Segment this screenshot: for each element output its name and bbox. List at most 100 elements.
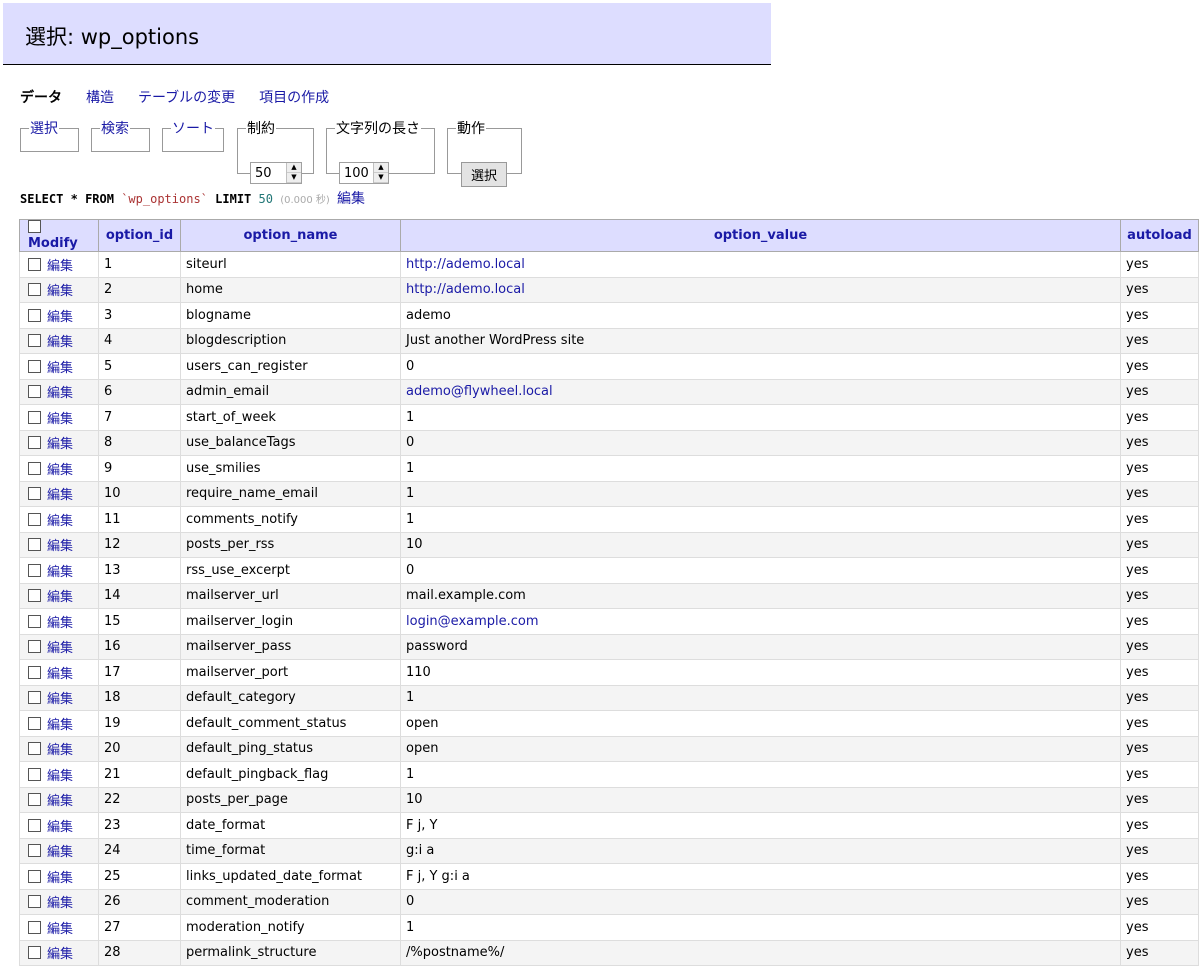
row-checkbox[interactable] [28, 716, 41, 730]
row-checkbox[interactable] [28, 793, 41, 807]
tab-alter-table[interactable]: テーブルの変更 [138, 87, 235, 107]
row-checkbox[interactable] [28, 869, 41, 883]
row-edit-link[interactable]: 編集 [47, 284, 73, 299]
stepper-up-icon[interactable]: ▲ [287, 163, 301, 173]
row-edit-link[interactable]: 編集 [47, 463, 73, 478]
row-edit-link[interactable]: 編集 [47, 310, 73, 325]
row-edit-link[interactable]: 編集 [47, 743, 73, 758]
row-edit-link[interactable]: 編集 [47, 922, 73, 937]
row-checkbox[interactable] [28, 359, 41, 373]
row-edit-link[interactable]: 編集 [47, 896, 73, 911]
row-checkbox[interactable] [28, 487, 41, 501]
row-edit-link[interactable]: 編集 [47, 386, 73, 401]
sql-star: * [70, 192, 78, 206]
row-checkbox[interactable] [28, 436, 41, 450]
col-option-id[interactable]: option_id [98, 219, 181, 252]
row-checkbox[interactable] [28, 691, 41, 705]
search-fieldset[interactable]: 検索 [91, 118, 150, 152]
row-checkbox[interactable] [28, 895, 41, 909]
row-checkbox[interactable] [28, 410, 41, 424]
tab-new-item[interactable]: 項目の作成 [259, 87, 329, 107]
row-edit-link[interactable]: 編集 [47, 871, 73, 886]
row-edit-link[interactable]: 編集 [47, 641, 73, 656]
row-checkbox[interactable] [28, 461, 41, 475]
row-checkbox[interactable] [28, 614, 41, 628]
cell-option-id: 22 [98, 786, 181, 813]
row-edit-link[interactable]: 編集 [47, 437, 73, 452]
stepper-up-icon[interactable]: ▲ [374, 163, 388, 173]
cell-option-value: 0 [400, 429, 1121, 456]
row-edit-link[interactable]: 編集 [47, 488, 73, 503]
row-edit-link[interactable]: 編集 [47, 718, 73, 733]
row-edit-link[interactable]: 編集 [47, 539, 73, 554]
row-checkbox[interactable] [28, 767, 41, 781]
cell-option-value[interactable]: login@example.com [400, 608, 1121, 635]
tab-data[interactable]: データ [20, 87, 62, 107]
row-checkbox[interactable] [28, 640, 41, 654]
limit-value[interactable]: 50 [251, 166, 276, 181]
row-edit-link[interactable]: 編集 [47, 361, 73, 376]
col-modify-label[interactable]: Modify [28, 236, 78, 251]
cell-autoload: yes [1120, 863, 1199, 890]
row-checkbox[interactable] [28, 308, 41, 322]
select-fieldset[interactable]: 選択 [20, 118, 79, 152]
row-edit-link[interactable]: 編集 [47, 820, 73, 835]
search-legend[interactable]: 検索 [100, 118, 130, 138]
select-button[interactable]: 選択 [461, 162, 508, 187]
sql-edit-link[interactable]: 編集 [337, 191, 365, 207]
row-checkbox[interactable] [28, 589, 41, 603]
row-edit-link[interactable]: 編集 [47, 514, 73, 529]
cell-option-id: 3 [98, 302, 181, 329]
row-checkbox[interactable] [28, 920, 41, 934]
cell-option-value[interactable]: http://ademo.local [400, 276, 1121, 303]
select-legend[interactable]: 選択 [29, 118, 59, 138]
row-edit-link[interactable]: 編集 [47, 259, 73, 274]
table-row: 編集 17 mailserver_port 110 yes [19, 659, 1199, 686]
cell-option-name: moderation_notify [180, 914, 401, 941]
cell-option-value: password [400, 633, 1121, 660]
row-checkbox[interactable] [28, 563, 41, 577]
text-length-stepper[interactable]: 100 ▲ ▼ [339, 162, 389, 184]
row-edit-link[interactable]: 編集 [47, 565, 73, 580]
stepper-down-icon[interactable]: ▼ [374, 173, 388, 183]
cell-option-value[interactable]: ademo@flywheel.local [400, 378, 1121, 405]
row-checkbox[interactable] [28, 665, 41, 679]
table-row: 編集 18 default_category 1 yes [19, 684, 1199, 711]
row-checkbox[interactable] [28, 742, 41, 756]
row-checkbox[interactable] [28, 946, 41, 960]
cell-option-id: 19 [98, 710, 181, 737]
col-autoload[interactable]: autoload [1120, 219, 1199, 252]
row-edit-link[interactable]: 編集 [47, 769, 73, 784]
sort-legend[interactable]: ソート [171, 118, 215, 138]
row-checkbox[interactable] [28, 512, 41, 526]
cell-option-value: 10 [400, 531, 1121, 558]
row-checkbox[interactable] [28, 538, 41, 552]
row-edit-link[interactable]: 編集 [47, 845, 73, 860]
row-checkbox[interactable] [28, 257, 41, 271]
sort-fieldset[interactable]: ソート [162, 118, 224, 152]
row-edit-link[interactable]: 編集 [47, 794, 73, 809]
row-checkbox[interactable] [28, 385, 41, 399]
col-option-name[interactable]: option_name [180, 219, 401, 252]
select-all-checkbox[interactable] [28, 220, 41, 233]
text-length-value[interactable]: 100 [340, 166, 373, 181]
row-edit-link[interactable]: 編集 [47, 412, 73, 427]
cell-option-value[interactable]: http://ademo.local [400, 251, 1121, 278]
row-checkbox[interactable] [28, 818, 41, 832]
row-edit-link[interactable]: 編集 [47, 947, 73, 962]
row-checkbox[interactable] [28, 283, 41, 297]
row-edit-link[interactable]: 編集 [47, 590, 73, 605]
col-option-value[interactable]: option_value [400, 219, 1121, 252]
tab-structure[interactable]: 構造 [86, 87, 114, 107]
cell-option-value: F j, Y [400, 812, 1121, 839]
row-edit-link[interactable]: 編集 [47, 335, 73, 350]
stepper-down-icon[interactable]: ▼ [287, 173, 301, 183]
cell-autoload: yes [1120, 327, 1199, 354]
row-edit-link[interactable]: 編集 [47, 616, 73, 631]
row-edit-link[interactable]: 編集 [47, 667, 73, 682]
row-edit-link[interactable]: 編集 [47, 692, 73, 707]
row-modify-cell: 編集 [19, 251, 99, 278]
row-checkbox[interactable] [28, 844, 41, 858]
limit-stepper[interactable]: 50 ▲ ▼ [250, 162, 302, 184]
row-checkbox[interactable] [28, 334, 41, 348]
